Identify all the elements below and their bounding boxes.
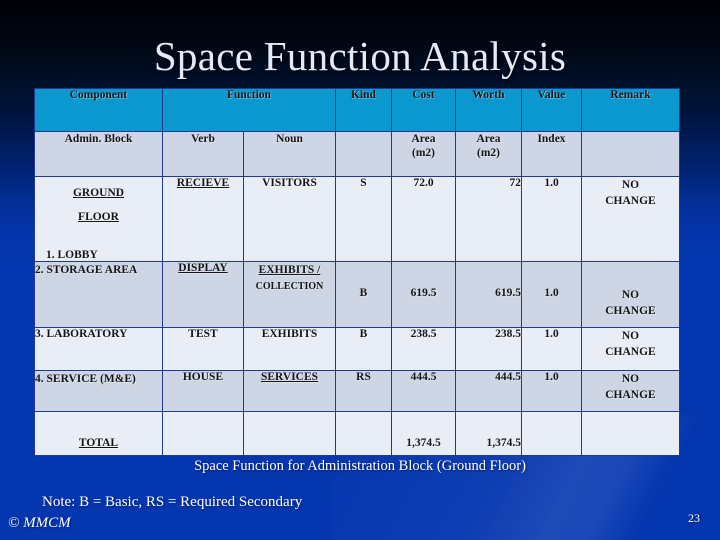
- row-worth-3: 444.5: [455, 370, 522, 412]
- row-component-0: 1. LOBBY: [46, 249, 98, 261]
- header-function: Function: [162, 88, 336, 132]
- table-header-row: Component Function Kind Cost Worth Value…: [34, 88, 680, 132]
- subheader-worth-line1: Area: [476, 133, 501, 145]
- space-function-table-container: Component Function Kind Cost Worth Value…: [34, 88, 680, 456]
- row-value-0: 1.0: [521, 176, 582, 262]
- row-remark-0: NO CHANGE: [581, 176, 680, 262]
- subheader-verb: Verb: [162, 131, 244, 177]
- page-title: Space Function Analysis: [153, 33, 567, 79]
- header-value: Value: [521, 88, 582, 132]
- header-cost: Cost: [391, 88, 456, 132]
- row-component-2: 3. LABORATORY: [34, 327, 163, 371]
- row-verb-3: HOUSE: [162, 370, 244, 412]
- total-worth: 1,374.5: [455, 411, 522, 456]
- section-and-component-cell: GROUND FLOOR 1. LOBBY: [34, 176, 163, 262]
- subheader-worth: Area (m2): [455, 131, 522, 177]
- total-noun: [243, 411, 336, 456]
- header-component: Component: [34, 88, 163, 132]
- table-caption: Space Function for Administration Block …: [194, 458, 526, 474]
- row-cost-3: 444.5: [391, 370, 456, 412]
- row-remark-line2-0: CHANGE: [605, 195, 656, 207]
- total-remark: [581, 411, 680, 456]
- table-row: 4. SERVICE (M&E) HOUSE SERVICES RS 444.5…: [34, 370, 680, 412]
- subheader-cost-line2: (m2): [412, 147, 435, 159]
- section-label-line2: FLOOR: [78, 211, 119, 223]
- row-cost-0: 72.0: [391, 176, 456, 262]
- total-cost: 1,374.5: [391, 411, 456, 456]
- header-kind: Kind: [335, 88, 392, 132]
- row-remark-line1-0: NO: [621, 179, 640, 191]
- row-worth-0: 72: [455, 176, 522, 262]
- row-remark-3: NO CHANGE: [581, 370, 680, 412]
- table-row: 3. LABORATORY TEST EXHIBITS B 238.5 238.…: [34, 327, 680, 371]
- total-verb: [162, 411, 244, 456]
- row-remark-line1-3: NO: [621, 373, 640, 385]
- total-value: [521, 411, 582, 456]
- row-value-1: 1.0: [521, 261, 582, 328]
- row-verb-1: DISPLAY: [162, 261, 244, 328]
- table-subheader-row: Admin. Block Verb Noun Area (m2) Area (m…: [34, 131, 680, 177]
- subheader-cost: Area (m2): [391, 131, 456, 177]
- row-noun-1: EXHIBITS / COLLECTION: [243, 261, 336, 328]
- row-remark-line2-2: CHANGE: [605, 346, 656, 358]
- page-number: 23: [688, 511, 700, 525]
- subheader-remark: [581, 131, 680, 177]
- header-worth: Worth: [455, 88, 522, 132]
- row-kind-1: B: [335, 261, 392, 328]
- subheader-worth-line2: (m2): [477, 147, 500, 159]
- row-remark-line2-3: CHANGE: [605, 389, 656, 401]
- copyright-label: © MMCM: [8, 515, 71, 531]
- row-remark-line1-2: NO: [621, 330, 640, 342]
- row-cost-1: 619.5: [391, 261, 456, 328]
- table-total-row: TOTAL 1,374.5 1,374.5: [34, 411, 680, 456]
- row-remark-line1-1: NO: [621, 289, 640, 301]
- row-verb-2: TEST: [162, 327, 244, 371]
- row-noun-line2-1: COLLECTION: [255, 281, 324, 292]
- row-component-1: 2. STORAGE AREA: [34, 261, 163, 328]
- subheader-cost-line1: Area: [411, 133, 436, 145]
- row-noun-line1-1: EXHIBITS /: [258, 264, 321, 276]
- total-kind: [335, 411, 392, 456]
- header-remark: Remark: [581, 88, 680, 132]
- section-label-line1: GROUND: [72, 187, 125, 199]
- row-worth-1: 619.5: [455, 261, 522, 328]
- table-row: GROUND FLOOR 1. LOBBY RECIEVE VISITORS S…: [34, 176, 680, 262]
- row-kind-0: S: [335, 176, 392, 262]
- row-remark-2: NO CHANGE: [581, 327, 680, 371]
- row-remark-line2-1: CHANGE: [605, 305, 656, 317]
- slide: Space Function Analysis Component Functi…: [0, 0, 720, 540]
- row-worth-2: 238.5: [455, 327, 522, 371]
- row-value-2: 1.0: [521, 327, 582, 371]
- row-cost-2: 238.5: [391, 327, 456, 371]
- subheader-component: Admin. Block: [34, 131, 163, 177]
- total-label: TOTAL: [34, 411, 163, 456]
- subheader-kind: [335, 131, 392, 177]
- row-noun-0: VISITORS: [243, 176, 336, 262]
- row-component-3: 4. SERVICE (M&E): [34, 370, 163, 412]
- row-noun-3: SERVICES: [243, 370, 336, 412]
- subheader-noun: Noun: [243, 131, 336, 177]
- subheader-value: Index: [521, 131, 582, 177]
- legend-note: Note: B = Basic, RS = Required Secondary: [42, 494, 303, 510]
- row-kind-3: RS: [335, 370, 392, 412]
- row-verb-0: RECIEVE: [162, 176, 244, 262]
- table-row: 2. STORAGE AREA DISPLAY EXHIBITS / COLLE…: [34, 261, 680, 328]
- space-function-table: Component Function Kind Cost Worth Value…: [34, 88, 680, 456]
- row-noun-2: EXHIBITS: [243, 327, 336, 371]
- row-remark-1: NO CHANGE: [581, 261, 680, 328]
- row-value-3: 1.0: [521, 370, 582, 412]
- row-kind-2: B: [335, 327, 392, 371]
